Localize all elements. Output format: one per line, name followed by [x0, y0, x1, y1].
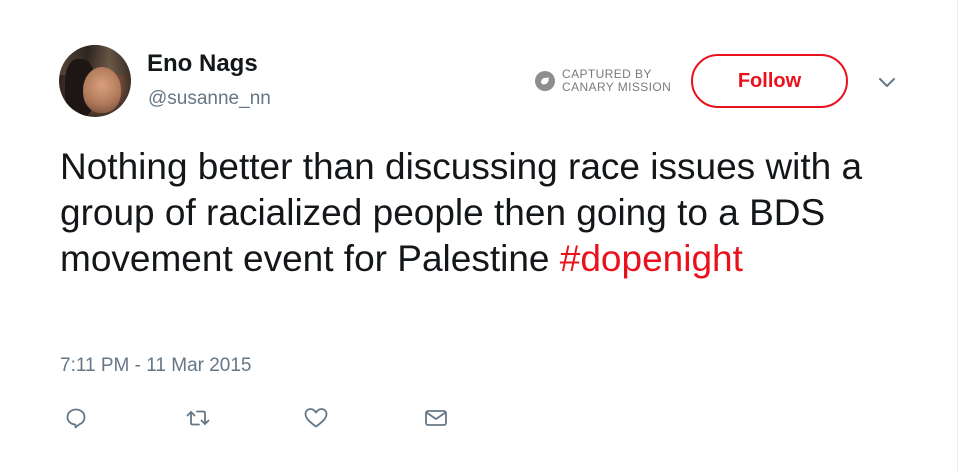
tweet-text: Nothing better than discussing race issu… — [60, 144, 920, 282]
canary-mission-watermark: CAPTURED BY CANARY MISSION — [535, 68, 671, 94]
tweet-timestamp[interactable]: 7:11 PM - 11 Mar 2015 — [60, 355, 252, 377]
user-handle[interactable]: @susanne_nn — [148, 88, 271, 110]
watermark-text: CAPTURED BY CANARY MISSION — [562, 68, 671, 94]
retweet-icon[interactable] — [182, 402, 214, 434]
tweet-actions — [60, 402, 460, 434]
avatar[interactable] — [59, 45, 131, 117]
chevron-down-icon[interactable] — [876, 72, 898, 94]
watermark-line-2: CANARY MISSION — [562, 80, 672, 94]
like-icon[interactable] — [300, 402, 332, 434]
tweet-card: Eno Nags @susanne_nn CAPTURED BY CANARY … — [0, 0, 958, 473]
direct-message-icon[interactable] — [420, 402, 452, 434]
hashtag-link[interactable]: #dopenight — [560, 238, 743, 279]
reply-icon[interactable] — [60, 402, 92, 434]
follow-button[interactable]: Follow — [691, 54, 848, 108]
avatar-face — [83, 67, 121, 113]
canary-logo-icon — [535, 71, 555, 91]
display-name[interactable]: Eno Nags — [147, 50, 258, 78]
